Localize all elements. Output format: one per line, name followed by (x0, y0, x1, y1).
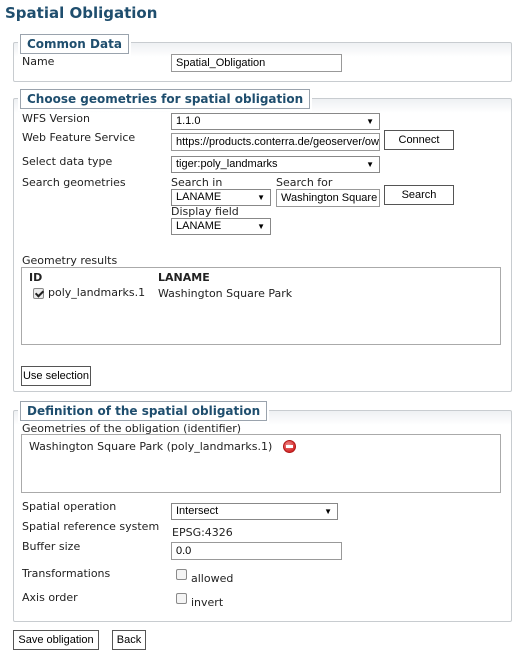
srs-value: EPSG:4326 (172, 526, 233, 539)
axis-order-checkbox[interactable] (176, 593, 187, 604)
display-field-label: Display field (171, 205, 239, 218)
name-input[interactable]: Spatial_Obligation (171, 54, 342, 72)
result-checkbox[interactable] (33, 288, 44, 299)
transformations-label: Transformations (22, 567, 111, 580)
geometry-results-list (21, 267, 501, 345)
srs-label: Spatial reference system (22, 520, 160, 533)
search-for-input[interactable]: Washington Square Park (276, 189, 380, 207)
result-id: poly_landmarks.1 (48, 286, 146, 299)
search-in-value: LANAME (176, 191, 222, 203)
back-button[interactable]: Back (112, 630, 146, 650)
data-type-value: tiger:poly_landmarks (176, 158, 278, 170)
save-obligation-button[interactable]: Save obligation (13, 630, 99, 650)
obligation-geometry-item: Washington Square Park (poly_landmarks.1… (29, 440, 273, 453)
search-in-label: Search in (171, 176, 223, 189)
wfs-version-value: 1.1.0 (176, 115, 201, 127)
wfs-label: Web Feature Service (22, 131, 136, 144)
wfs-version-select[interactable]: 1.1.0 ▼ (171, 113, 380, 130)
results-header-laname: LANAME (158, 271, 210, 284)
results-header-id: ID (29, 271, 43, 284)
geometries-legend: Choose geometries for spatial obligation (20, 89, 311, 109)
chevron-down-icon: ▼ (257, 222, 265, 231)
spatial-operation-select[interactable]: Intersect ▼ (171, 503, 338, 520)
name-label: Name (22, 55, 55, 68)
search-button[interactable]: Search (384, 185, 454, 205)
chevron-down-icon: ▼ (257, 193, 265, 202)
geometry-results-label: Geometry results (22, 254, 118, 267)
search-geometries-label: Search geometries (22, 176, 126, 189)
buffer-size-input[interactable]: 0.0 (171, 542, 342, 560)
data-type-label: Select data type (22, 155, 113, 168)
transformations-checkbox[interactable] (176, 569, 187, 580)
buffer-size-label: Buffer size (22, 540, 81, 553)
axis-order-label: Axis order (22, 591, 78, 604)
definition-legend: Definition of the spatial obligation (20, 401, 268, 421)
spatial-operation-label: Spatial operation (22, 500, 117, 513)
wfs-url-input[interactable]: https://products.conterra.de/geoserver/o… (171, 133, 380, 151)
connect-button[interactable]: Connect (384, 130, 454, 150)
remove-icon[interactable] (283, 440, 296, 453)
common-data-legend: Common Data (20, 34, 129, 54)
chevron-down-icon: ▼ (366, 117, 374, 126)
spatial-operation-value: Intersect (176, 505, 219, 517)
display-field-select[interactable]: LANAME ▼ (171, 218, 271, 235)
axis-order-option: invert (191, 596, 224, 609)
page-title: Spatial Obligation (5, 4, 158, 22)
use-selection-button[interactable]: Use selection (21, 366, 91, 386)
result-laname: Washington Square Park (158, 287, 293, 300)
chevron-down-icon: ▼ (366, 160, 374, 169)
display-field-value: LANAME (176, 220, 222, 232)
wfs-version-label: WFS Version (22, 112, 90, 125)
chevron-down-icon: ▼ (324, 507, 332, 516)
data-type-select[interactable]: tiger:poly_landmarks ▼ (171, 156, 380, 173)
search-for-label: Search for (276, 176, 333, 189)
transformations-option: allowed (191, 572, 234, 585)
search-in-select[interactable]: LANAME ▼ (171, 189, 271, 206)
